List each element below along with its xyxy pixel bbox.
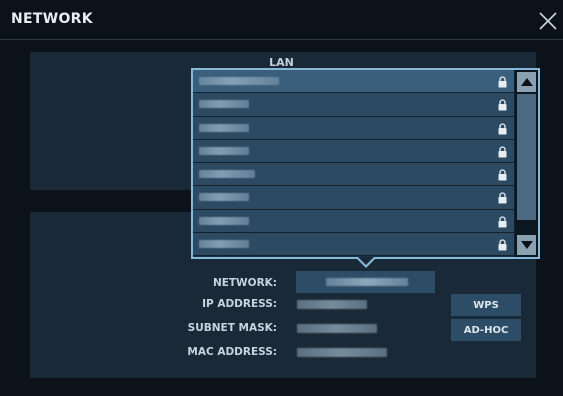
lock-icon: [498, 192, 507, 204]
lock-icon: [498, 146, 507, 158]
ssid-redacted: [199, 77, 279, 85]
close-icon[interactable]: [537, 10, 559, 32]
scroll-down-button[interactable]: [517, 235, 536, 255]
ssid-redacted: [199, 123, 249, 132]
ssid-redacted: [199, 170, 255, 179]
ssid-redacted: [199, 100, 249, 109]
network-list: ██████ ████ ████████████ ████████ ██████…: [193, 70, 515, 257]
lock-icon: [498, 122, 507, 135]
lock-icon: [498, 99, 507, 111]
network-list-item[interactable]: ███ █████: [193, 209, 515, 234]
subnet-mask-label: SUBNET MASK:: [187, 322, 277, 334]
network-list-item[interactable]: ███ █████: [193, 139, 515, 164]
lock-icon: [498, 216, 507, 228]
ip-address-value-redacted: [297, 300, 367, 309]
scroll-up-button[interactable]: [517, 72, 536, 92]
scroll-thumb[interactable]: [517, 94, 536, 220]
network-list-item[interactable]: ███ █████: [193, 233, 515, 257]
network-list-item[interactable]: ██████ ████ █: [193, 70, 515, 94]
network-value-redacted: [326, 278, 408, 286]
dropdown-pointer-fill: [358, 257, 374, 265]
network-list-dropdown[interactable]: ██████ ████ ████████████ ████████ ██████…: [191, 68, 540, 259]
arrow-down-icon: [521, 241, 533, 249]
network-select[interactable]: ███████████████: [296, 271, 435, 293]
lock-icon: [498, 76, 507, 88]
window-title: NETWORK: [11, 11, 93, 27]
network-label: NETWORK:: [212, 277, 277, 289]
title-bar: NETWORK: [0, 0, 563, 40]
network-list-item[interactable]: ██ ████ ███: [193, 163, 515, 187]
ssid-redacted: [199, 240, 249, 249]
panel-divider: [30, 190, 192, 212]
subnet-mask-value-redacted: [297, 324, 377, 333]
ssid-redacted: [199, 216, 249, 225]
wps-button[interactable]: WPS: [451, 294, 521, 316]
mac-address-label: MAC ADDRESS:: [187, 346, 277, 358]
arrow-up-icon: [521, 78, 533, 86]
network-list-item[interactable]: ████████: [193, 186, 515, 210]
ip-address-label: IP ADDRESS:: [202, 298, 277, 310]
scrollbar[interactable]: [514, 70, 538, 257]
network-list-item[interactable]: ████████: [193, 93, 515, 117]
ssid-redacted: [199, 146, 249, 155]
lock-icon: [498, 239, 507, 251]
adhoc-button[interactable]: AD-HOC: [451, 319, 521, 341]
mac-address-value-redacted: [297, 348, 387, 357]
lock-icon: [498, 169, 507, 181]
ssid-redacted: [199, 193, 249, 202]
network-list-item[interactable]: ███ █████: [193, 116, 515, 140]
